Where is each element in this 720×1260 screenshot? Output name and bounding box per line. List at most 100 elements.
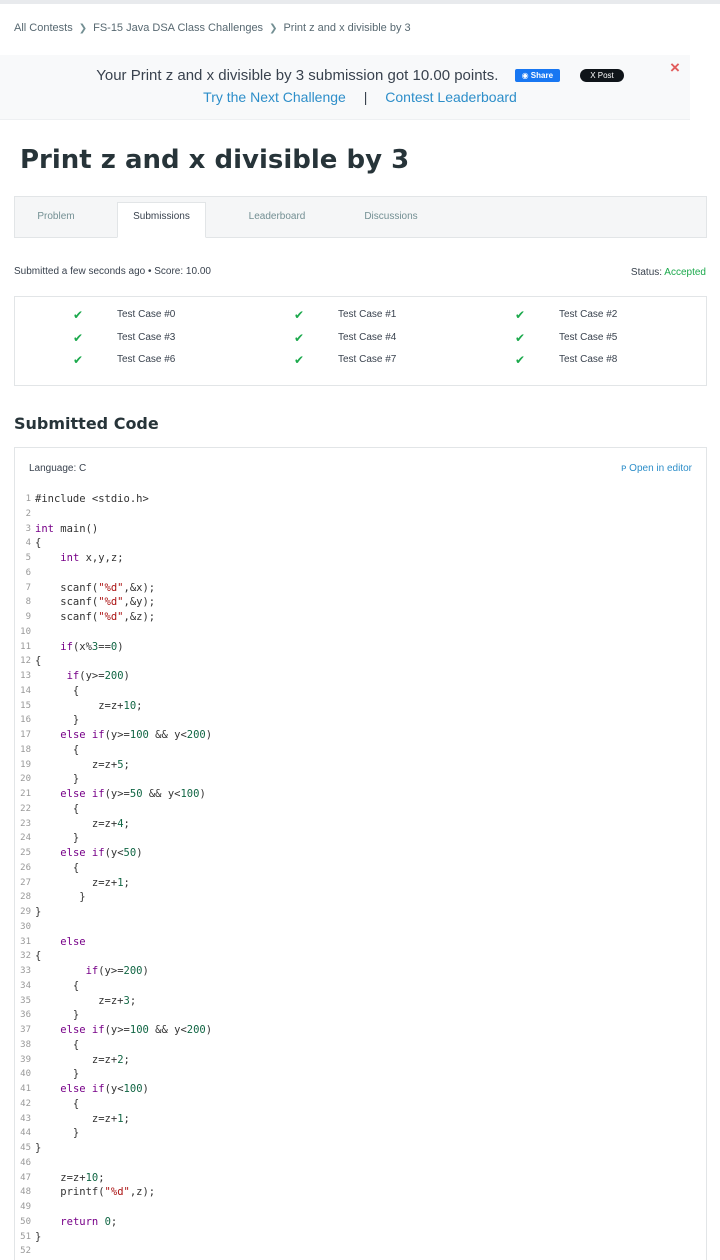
line-number: 13: [20, 671, 31, 681]
test-case-7[interactable]: Test Case #7: [338, 354, 396, 365]
code-line: 52: [15, 1244, 705, 1259]
link-separator: |: [363, 89, 368, 105]
x-post-label: Post: [597, 71, 614, 80]
code-line: 42 {: [15, 1097, 705, 1112]
status-badge: Accepted: [664, 267, 706, 278]
test-case-8[interactable]: Test Case #8: [559, 354, 617, 365]
test-case-3[interactable]: Test Case #3: [117, 332, 175, 343]
line-number: 29: [20, 907, 31, 917]
code-text: }: [35, 1009, 80, 1022]
code-text: }: [35, 832, 80, 845]
test-case-2[interactable]: Test Case #2: [559, 309, 617, 320]
check-icon: ✔: [515, 308, 526, 322]
submitted-code-heading: Submitted Code: [14, 414, 159, 433]
submission-banner: Your Print z and x divisible by 3 submis…: [0, 55, 690, 120]
code-line: 6: [15, 566, 705, 581]
code-line: 49: [15, 1200, 705, 1215]
code-text: scanf("%d",&y);: [35, 596, 156, 609]
line-number: 24: [20, 833, 31, 844]
facebook-share-button[interactable]: ◉ Share: [514, 69, 561, 82]
check-icon: ✔: [73, 308, 84, 322]
line-number: 22: [20, 803, 31, 814]
banner-links-row: Try the Next Challenge | Contest Leaderb…: [0, 89, 720, 105]
line-number: 28: [20, 892, 31, 903]
code-line: 34 {: [15, 979, 705, 994]
code-text: }: [35, 1127, 80, 1140]
code-text: }: [35, 1068, 80, 1081]
code-line: 50 return 0;: [15, 1215, 705, 1230]
tab-discussions[interactable]: Discussions: [349, 197, 433, 237]
line-number: 47: [20, 1172, 31, 1183]
code-line: 27 z=z+1;: [15, 876, 705, 891]
code-line: 40 }: [15, 1067, 705, 1082]
breadcrumb-all-contests[interactable]: All Contests: [14, 22, 73, 34]
tab-submissions[interactable]: Submissions: [117, 202, 206, 238]
open-in-editor-label: Open in editor: [629, 463, 692, 474]
line-number: 12: [20, 656, 31, 667]
code-line: 26 {: [15, 861, 705, 876]
check-icon: ✔: [515, 331, 526, 345]
tab-problem[interactable]: Problem: [15, 197, 97, 237]
code-text: {: [35, 802, 80, 815]
line-number: 51: [20, 1231, 31, 1242]
x-post-button[interactable]: X Post: [580, 69, 624, 82]
test-case-5[interactable]: Test Case #5: [559, 332, 617, 343]
line-number: 50: [20, 1216, 31, 1227]
branch-icon: ᴘ: [621, 463, 627, 474]
code-line: 19 z=z+5;: [15, 758, 705, 773]
code-line: 7 scanf("%d",&x);: [15, 581, 705, 596]
code-line: 25 else if(y<50): [15, 846, 705, 861]
test-case-6[interactable]: Test Case #6: [117, 354, 175, 365]
code-line: 22 {: [15, 802, 705, 817]
line-number: 45: [20, 1143, 31, 1153]
code-text: else: [60, 935, 86, 948]
line-number: 30: [20, 921, 31, 932]
code-line: 46: [15, 1156, 705, 1171]
code-line: 14 {: [15, 684, 705, 699]
line-number: 20: [20, 774, 31, 785]
code-text: z=z+2;: [35, 1053, 130, 1066]
line-number: 15: [20, 700, 31, 711]
banner-message-row: Your Print z and x divisible by 3 submis…: [0, 67, 720, 84]
code-viewer[interactable]: 1 #include <stdio.h> 2 3 int main() 4{5 int x…: [15, 492, 705, 1259]
line-number: 1: [25, 494, 31, 504]
code-text: else if(y>=100 && y<200): [60, 729, 213, 741]
code-line: 47 z=z+10;: [15, 1171, 705, 1186]
code-text: z=z+4;: [35, 817, 130, 830]
next-challenge-link[interactable]: Try the Next Challenge: [203, 89, 346, 105]
breadcrumb-contest[interactable]: FS-15 Java DSA Class Challenges: [93, 22, 263, 34]
status-label: Status:: [630, 267, 663, 278]
tab-leaderboard[interactable]: Leaderboard: [235, 197, 319, 237]
code-text: }: [35, 891, 86, 904]
code-line: 38 {: [15, 1038, 705, 1053]
code-line: 1 #include <stdio.h>: [15, 492, 705, 507]
contest-leaderboard-link[interactable]: Contest Leaderboard: [385, 89, 517, 105]
page-title: Print z and x divisible by 3: [20, 145, 410, 175]
code-line: 36 }: [15, 1008, 705, 1023]
code-text: z=z+1;: [35, 1112, 130, 1125]
code-line: 28 }: [15, 890, 705, 905]
open-in-editor-link[interactable]: ᴘ Open in editor: [621, 463, 692, 474]
line-number: 40: [20, 1069, 31, 1080]
submission-info: Submitted a few seconds ago • Score: 10.…: [14, 266, 211, 277]
code-line: 51}: [15, 1230, 705, 1245]
facebook-share-label: Share: [530, 71, 554, 80]
close-icon[interactable]: ×: [670, 58, 680, 78]
line-number: 23: [20, 818, 31, 829]
code-text: z=z+3;: [35, 994, 137, 1007]
code-text: {: [35, 684, 80, 697]
line-number: 25: [20, 848, 31, 858]
code-text: }: [35, 714, 80, 727]
code-line: 9 scanf("%d",&z);: [15, 610, 705, 625]
chevron-right-icon: ❯: [78, 22, 88, 34]
test-case-4[interactable]: Test Case #4: [338, 332, 396, 343]
code-line: 29}: [15, 905, 705, 920]
line-number: 27: [20, 877, 31, 888]
line-number: 17: [20, 730, 31, 740]
chevron-right-icon: ❯: [269, 22, 278, 34]
line-number: 46: [20, 1157, 31, 1168]
code-text: #include <stdio.h>: [35, 493, 149, 505]
code-text: {: [35, 537, 42, 550]
test-case-1[interactable]: Test Case #1: [338, 309, 396, 320]
test-case-0[interactable]: Test Case #0: [117, 309, 175, 320]
